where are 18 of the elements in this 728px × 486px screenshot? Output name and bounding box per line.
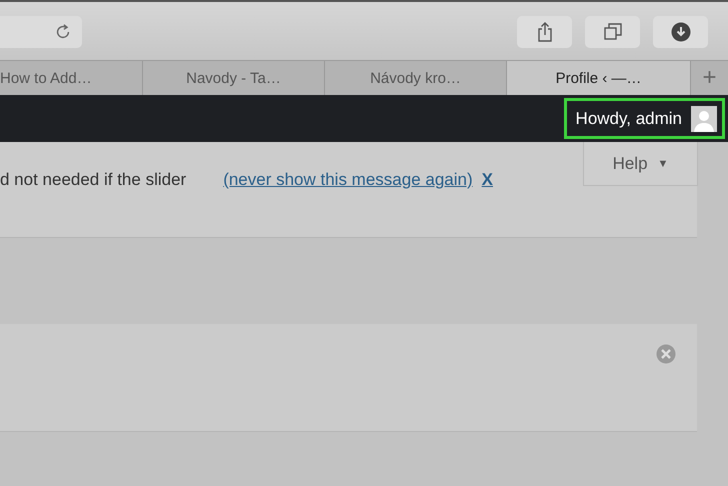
account-menu[interactable]: Howdy, admin	[564, 98, 725, 139]
new-tab-button[interactable]: +	[691, 61, 728, 95]
greeting: Howdy, admin	[576, 108, 682, 128]
dismiss-link[interactable]: X	[482, 170, 493, 190]
download-button[interactable]	[653, 16, 708, 48]
tabs-button[interactable]	[585, 16, 640, 48]
share-icon	[536, 22, 552, 42]
never-show-link[interactable]: (never show this message again)	[223, 170, 473, 190]
address-field[interactable]	[0, 16, 82, 48]
share-button[interactable]	[517, 16, 572, 48]
download-icon	[670, 22, 690, 42]
avatar-icon	[691, 106, 717, 132]
help-tab[interactable]: Help ▼	[583, 142, 698, 186]
browser-tab[interactable]: How to Add…	[0, 61, 143, 95]
notice-text: d not needed if the slider	[0, 170, 186, 190]
tabs-icon	[604, 23, 622, 41]
reload-icon[interactable]	[54, 23, 72, 41]
browser-tab[interactable]: Profile ‹ —…	[507, 61, 691, 95]
